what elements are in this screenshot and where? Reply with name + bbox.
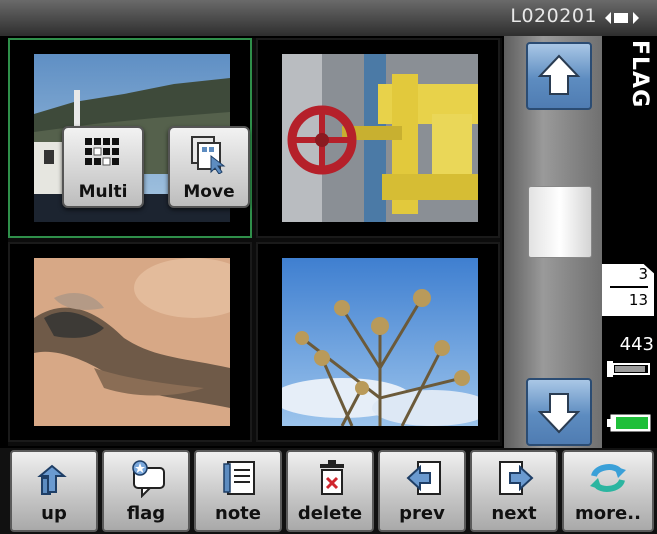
arrow-down-icon bbox=[537, 393, 581, 434]
side-status-panel: FLAG 3 13 443 bbox=[602, 36, 657, 448]
multi-label: Multi bbox=[78, 182, 128, 202]
camera-screen: L020201 Multi Move FLAG 3 13 443 up flag… bbox=[0, 0, 657, 534]
up-button[interactable]: up bbox=[10, 450, 98, 532]
battery-icon bbox=[607, 414, 651, 432]
move-button[interactable]: Move bbox=[168, 126, 250, 208]
trash-icon bbox=[320, 460, 344, 495]
shots-remaining: 443 bbox=[619, 334, 654, 355]
thumbnail-cell-2[interactable] bbox=[256, 38, 500, 238]
file-id-label: L020201 bbox=[510, 5, 597, 27]
thumbnail-bird-on-sand[interactable] bbox=[34, 258, 230, 426]
up-label: up bbox=[41, 503, 67, 524]
delete-label: delete bbox=[297, 503, 363, 524]
multi-button[interactable]: Multi bbox=[62, 126, 144, 208]
move-cursor-icon bbox=[191, 136, 226, 175]
memory-card-icon bbox=[607, 361, 650, 377]
total-pages: 13 bbox=[628, 291, 648, 309]
more-button[interactable]: more.. bbox=[562, 450, 654, 532]
flag-icon bbox=[132, 460, 165, 498]
status-bar: L020201 bbox=[0, 0, 657, 36]
scroll-up-button[interactable] bbox=[526, 42, 592, 110]
thumbnail-cell-4[interactable] bbox=[256, 242, 500, 442]
move-label: Move bbox=[183, 182, 235, 202]
arrow-up-icon bbox=[537, 54, 581, 95]
scroll-thumb[interactable] bbox=[528, 186, 592, 258]
refresh-icon bbox=[590, 464, 626, 492]
bottom-toolbar: up flag note delete prev next more.. bbox=[0, 448, 657, 534]
note-button[interactable]: note bbox=[194, 450, 282, 532]
counter-divider bbox=[610, 286, 648, 288]
thumbnail-grid: Multi Move bbox=[8, 38, 502, 446]
page-counter: 3 13 bbox=[602, 264, 654, 316]
signal-icon bbox=[605, 12, 639, 24]
thumbnail-cell-1[interactable]: Multi Move bbox=[8, 38, 252, 238]
up-folder-icon bbox=[37, 464, 67, 495]
more-label: more.. bbox=[575, 503, 641, 524]
next-button[interactable]: next bbox=[470, 450, 558, 532]
scroll-track[interactable] bbox=[504, 36, 602, 448]
mode-label: FLAG bbox=[627, 40, 652, 109]
prev-icon bbox=[406, 461, 441, 495]
note-icon bbox=[223, 461, 255, 495]
next-icon bbox=[499, 461, 534, 495]
flag-label: flag bbox=[126, 503, 166, 524]
prev-label: prev bbox=[399, 503, 445, 524]
current-page: 3 bbox=[638, 265, 648, 283]
grid-dots-icon bbox=[85, 138, 119, 166]
scroll-down-button[interactable] bbox=[526, 378, 592, 446]
thumbnail-cell-3[interactable] bbox=[8, 242, 252, 442]
next-label: next bbox=[491, 503, 537, 524]
thumbnail-dry-plants-sky[interactable] bbox=[282, 258, 478, 426]
thumbnail-yellow-valve-pipes[interactable] bbox=[282, 54, 478, 222]
flag-button[interactable]: flag bbox=[102, 450, 190, 532]
delete-button[interactable]: delete bbox=[286, 450, 374, 532]
prev-button[interactable]: prev bbox=[378, 450, 466, 532]
note-label: note bbox=[215, 503, 261, 524]
